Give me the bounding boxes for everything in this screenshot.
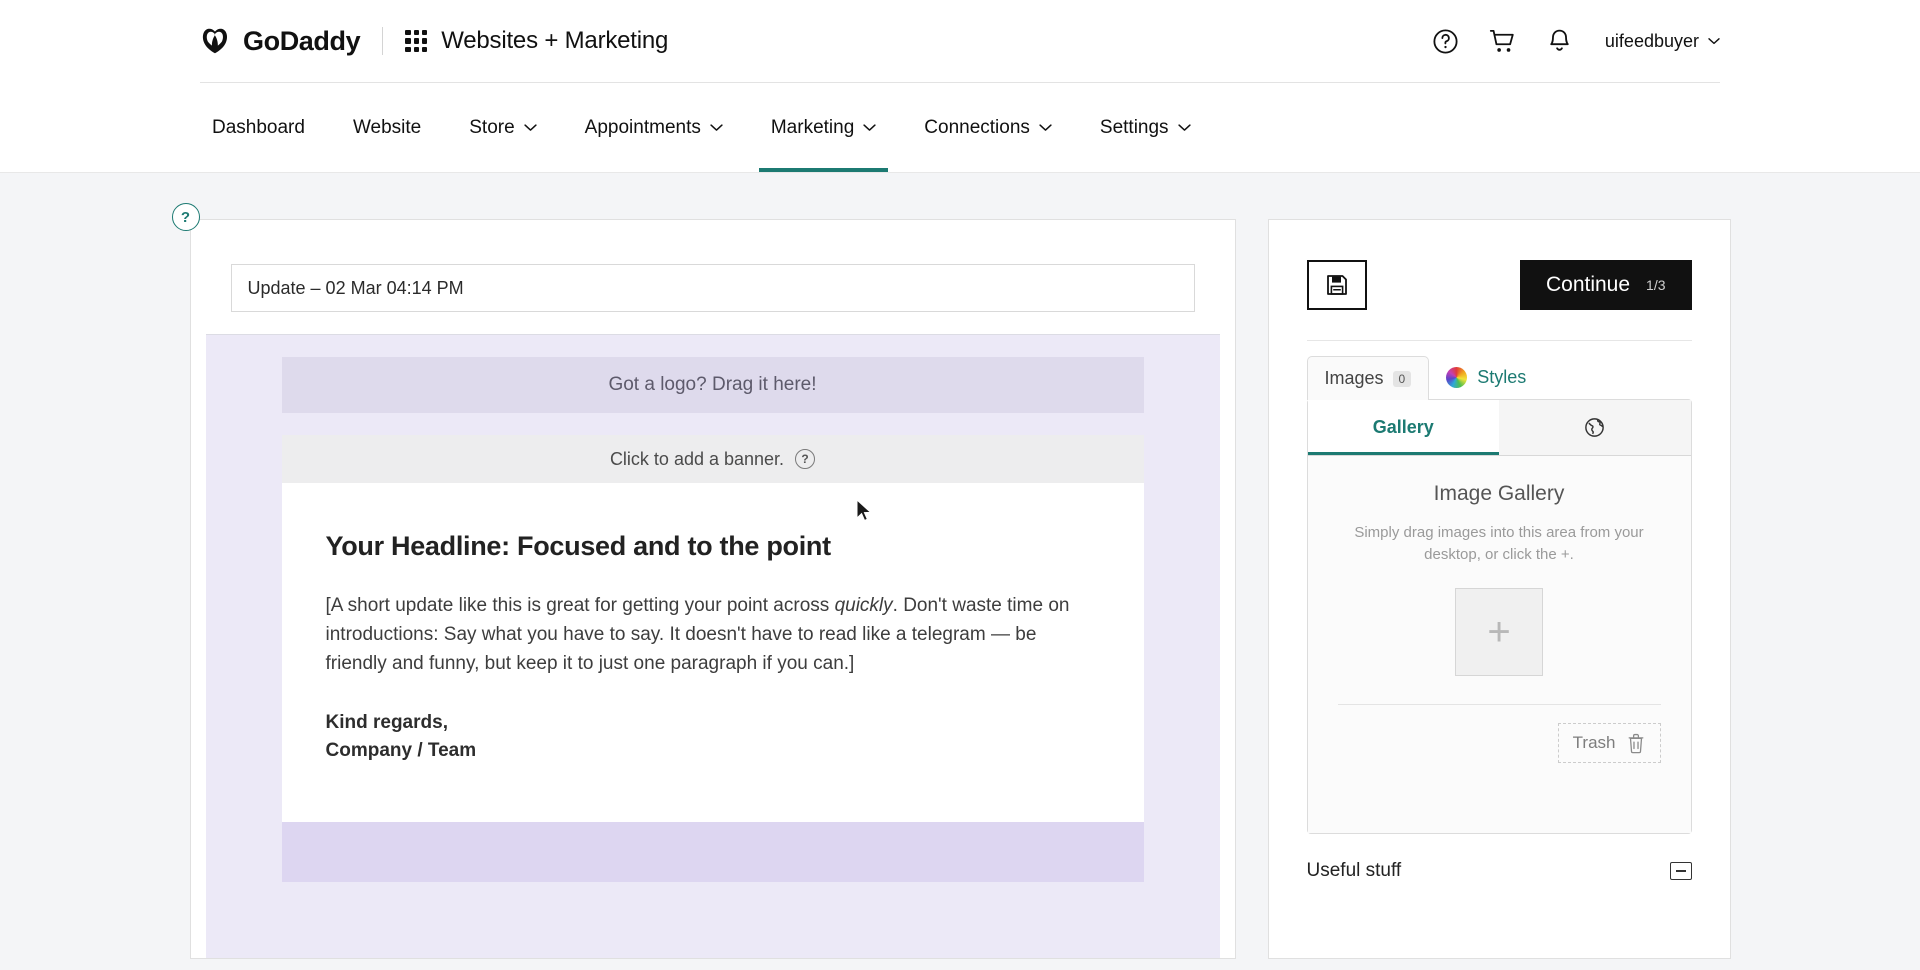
chevron-down-icon xyxy=(1039,124,1052,131)
product-title: Websites + Marketing xyxy=(441,27,669,54)
email-headline[interactable]: Your Headline: Focused and to the point xyxy=(326,531,1100,562)
nav-item-marketing[interactable]: Marketing xyxy=(747,83,900,172)
email-signature[interactable]: Kind regards, Company / Team xyxy=(326,709,1100,766)
chevron-down-icon xyxy=(863,124,876,131)
nav-item-label: Website xyxy=(352,116,422,138)
subtab-gallery[interactable]: Gallery xyxy=(1307,400,1499,455)
header-divider xyxy=(382,27,384,55)
chevron-down-icon xyxy=(523,124,537,131)
email-body[interactable]: Your Headline: Focused and to the point … xyxy=(281,483,1144,822)
chevron-down-icon xyxy=(710,124,723,131)
nav-item-dashboard[interactable]: Dashboard xyxy=(200,83,329,172)
nav-item-label: Appointments xyxy=(584,116,701,138)
email-footer-band[interactable] xyxy=(281,821,1144,882)
help-circle-icon[interactable] xyxy=(1430,25,1462,57)
trash-dropzone[interactable]: Trash xyxy=(1557,722,1661,763)
notification-bell-icon[interactable] xyxy=(1544,25,1576,57)
side-panel-actions: Continue 1/3 xyxy=(1306,220,1692,341)
nav-item-connections[interactable]: Connections xyxy=(900,83,1076,172)
header-actions: uifeedbuyer xyxy=(1430,25,1720,57)
chevron-down-icon xyxy=(1708,38,1720,45)
collapse-minimize-icon[interactable] xyxy=(1669,862,1692,880)
top-header: GoDaddy Websites + Marketing uifeedbuyer xyxy=(0,0,1920,82)
brand-group: GoDaddy Websites + Marketing xyxy=(200,24,668,58)
images-panel: Gallery Image Gallery Simply drag images… xyxy=(1306,399,1692,834)
logo-drop-zone[interactable]: Got a logo? Drag it here! xyxy=(281,357,1144,413)
email-preview-inner: Got a logo? Drag it here! Click to add a… xyxy=(206,357,1220,882)
app-grid-icon[interactable] xyxy=(405,30,428,52)
email-company: Company / Team xyxy=(325,740,477,762)
shopping-cart-icon[interactable] xyxy=(1487,25,1519,57)
main-nav: Dashboard Website Store Appointments Marketi… xyxy=(0,82,1920,173)
nav-item-label: Dashboard xyxy=(212,116,305,138)
nav-item-label: Connections xyxy=(924,116,1030,138)
godaddy-heart-icon xyxy=(202,28,228,54)
gallery-title: Image Gallery xyxy=(1433,482,1565,505)
account-menu[interactable]: uifeedbuyer xyxy=(1605,31,1720,52)
banner-drop-label: Click to add a banner. xyxy=(609,448,785,469)
email-signoff: Kind regards, xyxy=(325,711,448,733)
email-canvas-card: Got a logo? Drag it here! Click to add a… xyxy=(189,219,1236,959)
email-subject-input[interactable] xyxy=(230,264,1195,312)
banner-help-icon[interactable]: ? xyxy=(795,449,816,469)
trash-label: Trash xyxy=(1572,732,1616,752)
continue-button[interactable]: Continue 1/3 xyxy=(1519,260,1692,310)
globe-web-icon xyxy=(1585,418,1605,437)
nav-item-appointments[interactable]: Appointments xyxy=(561,83,747,172)
chevron-down-icon xyxy=(1177,124,1191,131)
tab-images-label: Images xyxy=(1324,368,1384,388)
banner-drop-zone[interactable]: Click to add a banner. ? xyxy=(281,435,1144,483)
useful-stuff-section[interactable]: Useful stuff xyxy=(1307,834,1692,908)
email-preview-frame: Got a logo? Drag it here! Click to add a… xyxy=(205,334,1220,958)
trash-row: Trash xyxy=(1338,705,1661,783)
gallery-dropzone[interactable]: Image Gallery Simply drag images into th… xyxy=(1307,456,1691,833)
useful-stuff-label: Useful stuff xyxy=(1306,860,1402,881)
nav-item-website[interactable]: Website xyxy=(329,83,445,172)
continue-step-count: 1/3 xyxy=(1646,277,1666,293)
editor-side-panel: Continue 1/3 Images 0 Styles Gallery Ima… xyxy=(1267,219,1731,959)
nav-item-label: Marketing xyxy=(770,116,855,138)
continue-label: Continue xyxy=(1545,273,1631,296)
tab-images[interactable]: Images 0 xyxy=(1306,356,1430,400)
nav-item-label: Settings xyxy=(1099,116,1169,138)
canvas-column: ? Got a logo? Drag it here! Click to add… xyxy=(171,203,1236,970)
email-paragraph-italic: quickly xyxy=(834,595,893,616)
nav-item-label: Store xyxy=(469,116,515,138)
email-paragraph[interactable]: [A short update like this is great for g… xyxy=(326,592,1100,679)
nav-item-store[interactable]: Store xyxy=(445,83,560,172)
tab-styles-label: Styles xyxy=(1477,367,1527,387)
add-image-button[interactable]: + xyxy=(1455,587,1543,676)
subtab-gallery-label: Gallery xyxy=(1372,417,1434,437)
subtab-web-search[interactable] xyxy=(1499,400,1691,455)
account-name: uifeedbuyer xyxy=(1604,30,1699,51)
panel-tabs: Images 0 Styles xyxy=(1306,341,1692,400)
floppy-disk-save-icon xyxy=(1326,275,1347,295)
tab-styles[interactable]: Styles xyxy=(1429,356,1543,399)
canvas-help-badge[interactable]: ? xyxy=(171,203,200,231)
tab-images-count: 0 xyxy=(1392,370,1412,387)
color-wheel-icon xyxy=(1446,367,1468,388)
gallery-description: Simply drag images into this area from y… xyxy=(1354,524,1644,563)
gallery-subtabs: Gallery xyxy=(1307,400,1691,456)
nav-item-settings[interactable]: Settings xyxy=(1076,83,1215,172)
email-paragraph-part1: [A short update like this is great for g… xyxy=(325,595,835,616)
trash-can-icon xyxy=(1628,733,1643,753)
subject-row xyxy=(191,220,1235,312)
godaddy-logo[interactable]: GoDaddy xyxy=(200,24,361,58)
godaddy-wordmark: GoDaddy xyxy=(243,25,361,56)
workspace: ? Got a logo? Drag it here! Click to add… xyxy=(0,173,1920,970)
save-button[interactable] xyxy=(1306,260,1367,310)
